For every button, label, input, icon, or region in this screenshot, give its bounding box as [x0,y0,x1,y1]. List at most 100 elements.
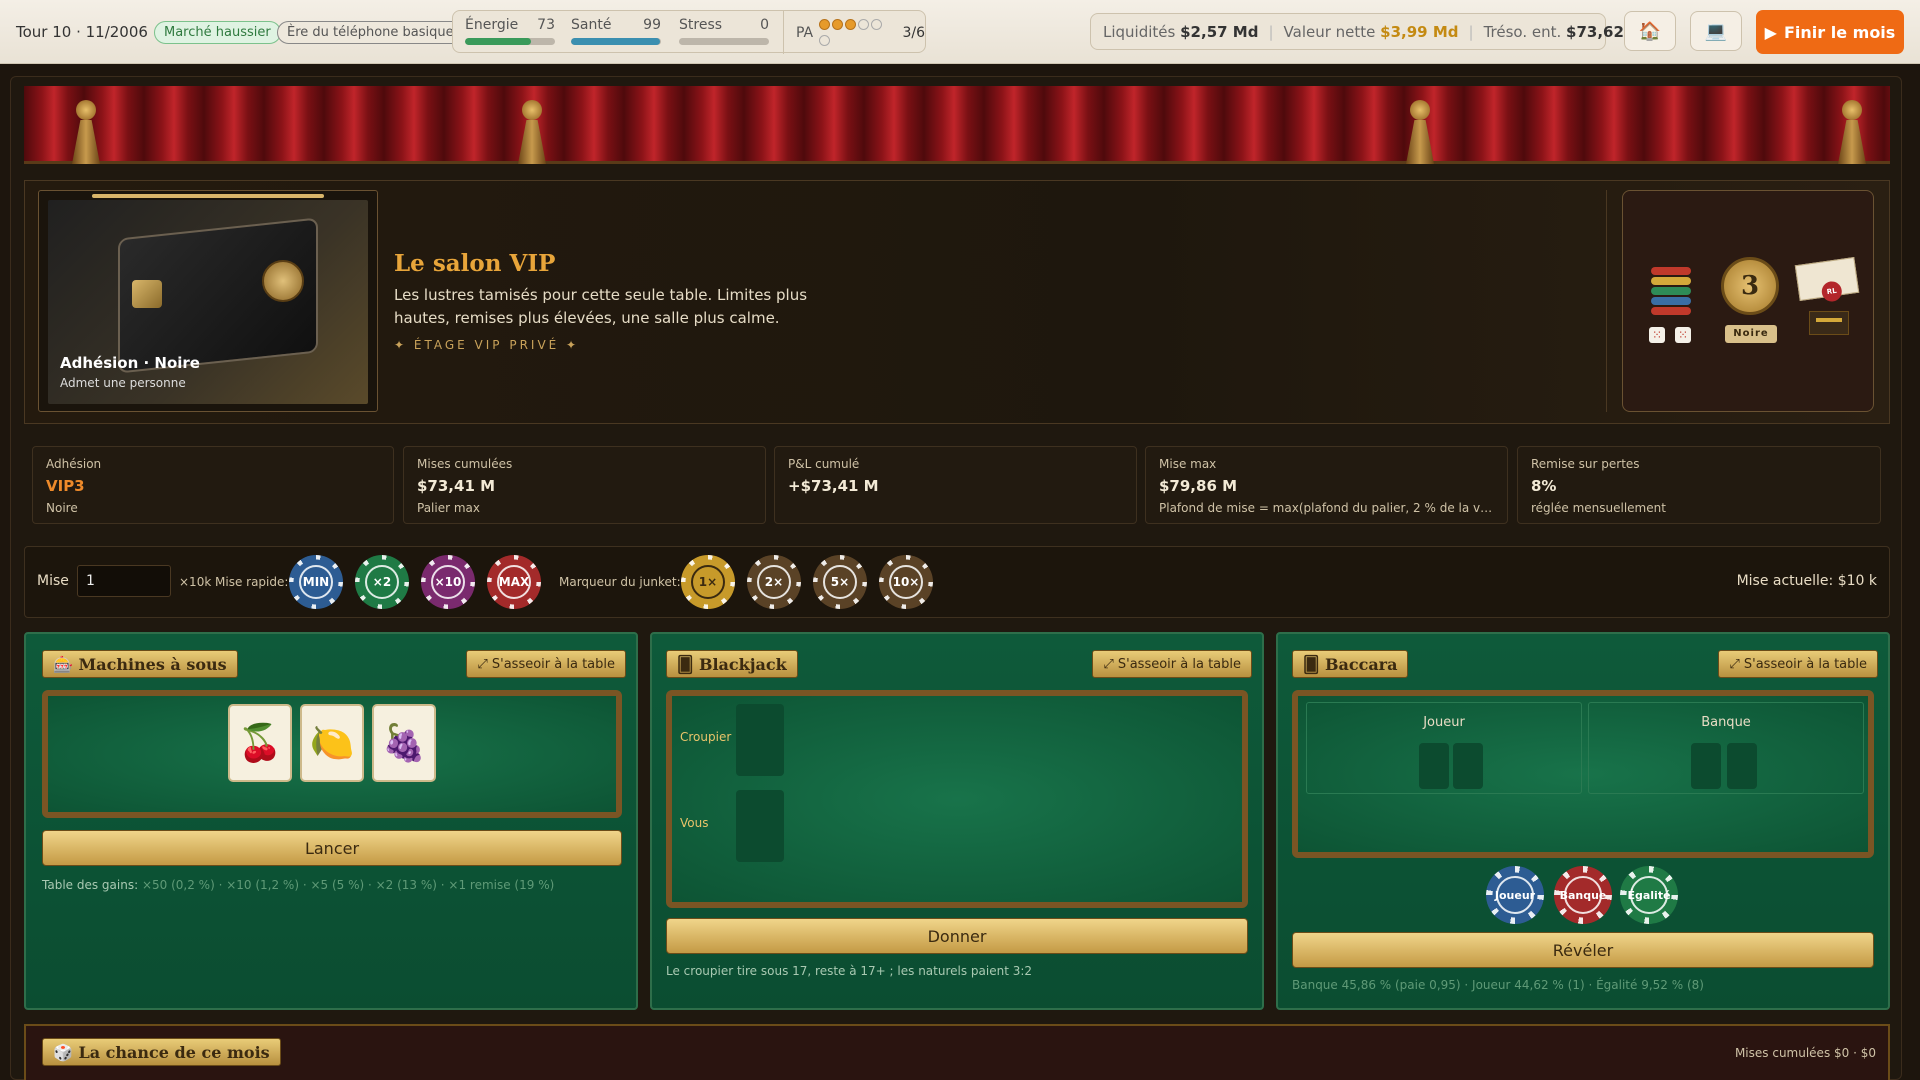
pa-dot-filled [845,19,857,30]
chip-stack-icon [1651,267,1691,317]
liquidity-label: Liquidités [1103,22,1176,41]
junket-chip-2x[interactable]: 2× [747,555,801,609]
turn-label: Tour 10 · 11/2006 [16,23,148,41]
pa-dot-empty [871,19,883,30]
paytable: Table des gains: ×50 (0,2 %) · ×10 (1,2 … [42,878,554,892]
banker-hand-area: Banque [1588,702,1864,794]
slots-sit-button[interactable]: ⤢ S'asseoir à la table [466,650,626,678]
stress-value: 0 [760,17,769,33]
end-turn-button[interactable]: ▶ Finir le mois [1756,10,1904,54]
player-hand-area: Joueur [1306,702,1582,794]
stat-label: Remise sur pertes [1531,457,1640,471]
market-badge: Marché haussier [154,20,281,44]
vip-decoration-panel: ⁙ ⁙ 3 Noire RL [1622,190,1874,412]
blackjack-title: 🂠 Blackjack [666,650,798,678]
home-button[interactable]: 🏠 [1624,11,1676,51]
banker-card-slot [1727,743,1757,789]
health-label: Santé [571,17,612,33]
cherry-icon: 🍒 [228,704,292,782]
stat-membership: Adhésion VIP3 Noire [32,446,394,524]
bet-banker-chip[interactable]: Banque [1554,866,1612,924]
blackjack-sit-button[interactable]: ⤢ S'asseoir à la table [1092,650,1252,678]
top-bar: Tour 10 · 11/2006 Marché haussier Ère du… [0,0,1920,64]
hero-description: Les lustres tamisés pour cette seule tab… [394,286,808,327]
quick-chip-x10[interactable]: ×10 [421,555,475,609]
medal-label: Noire [1725,325,1777,343]
bet-label: Mise [37,573,69,589]
pa-dot-empty [858,19,870,30]
stress-stat: Stress 0 [679,17,769,45]
bet-multiplier: ×10k [179,575,212,589]
grapes-icon: 🍇 [372,704,436,782]
stat-value: $79,86 M [1159,477,1238,495]
junket-chip-10x[interactable]: 10× [879,555,933,609]
stat-label: Adhésion [46,457,102,471]
seal-icon: RL [1820,280,1844,303]
player-card-slot [1419,743,1449,789]
membership-card-image: Adhésion · Noire Admet une personne [48,200,368,404]
junket-chip-5x[interactable]: 5× [813,555,867,609]
card-accent-bar [92,194,324,198]
spin-button[interactable]: Lancer [42,830,622,866]
stat-sub: Noire [46,501,78,515]
baccarat-sit-button[interactable]: ⤢ S'asseoir à la table [1718,650,1878,678]
stat-sub: réglée mensuellement [1531,501,1666,515]
finance-panel: Liquidités $2,57 Md | Valeur nette $3,99… [1090,13,1644,50]
page-title: Le salon VIP [394,250,556,277]
card-case-icon [1809,311,1849,335]
reveal-button[interactable]: Révéler [1292,932,1874,968]
chance-cumulative: Mises cumulées $0 · $0 [1734,1046,1876,1060]
baccarat-table: 🂠 Baccara ⤢ S'asseoir à la table Joueur … [1276,632,1890,1010]
stat-cumulative-pnl: P&L cumulé +$73,41 M [774,446,1137,524]
paytable-values: ×50 (0,2 %) · ×10 (1,2 %) · ×5 (5 %) · ×… [141,878,555,892]
pa-dot-filled [819,19,831,30]
pa-dot-empty [819,35,831,46]
stat-label: P&L cumulé [788,457,860,471]
player-stats-panel: Énergie 73 Santé 99 Stress 0 PA 3/6 [452,10,926,54]
energy-bar [465,38,555,45]
end-turn-label: Finir le mois [1783,22,1896,42]
bet-bar: Mise ×10k Mise rapide: MIN ×2 ×10 MAX Ma… [24,546,1890,618]
slots-table: 🎰 Machines à sous ⤢ S'asseoir à la table… [24,632,638,1010]
stat-cumulative-bets: Mises cumulées $73,41 M Palier max [403,446,766,524]
dice-icon: ⁙ [1649,327,1665,343]
stat-value: +$73,41 M [788,477,879,495]
stat-label: Mise max [1159,457,1217,471]
pa-label: PA [796,24,814,41]
card-subtitle: Admet une personne [60,376,186,390]
energy-value: 73 [537,17,555,33]
junket-label: Marqueur du junket: [559,575,681,589]
vip-medal-icon: 3 [1721,257,1779,315]
current-bet: Mise actuelle: $10 k [1736,573,1877,589]
energy-stat: Énergie 73 [465,17,555,45]
tassel-icon [66,86,106,164]
quick-chip-x2[interactable]: ×2 [355,555,409,609]
stress-label: Stress [679,17,723,33]
stat-max-bet: Mise max $79,86 M Plafond de mise = max(… [1145,446,1508,524]
bet-amount-input[interactable] [77,565,171,597]
bet-tie-chip[interactable]: Égalité [1620,866,1678,924]
junket-chip-1x[interactable]: 1× [681,555,735,609]
energy-label: Énergie [465,17,519,33]
deal-button[interactable]: Donner [666,918,1248,954]
networth-label: Valeur nette [1283,22,1376,41]
quick-bet-label: Mise rapide: [215,575,289,589]
paytable-label: Table des gains: [42,878,139,892]
stat-value: $73,41 M [417,477,496,495]
wax-seal-icon [262,260,304,302]
era-badge: Ère du téléphone basique [277,20,464,44]
computer-button[interactable]: 💻 [1690,11,1742,51]
blackjack-rule: Le croupier tire sous 17, reste à 17+ ; … [666,964,1033,978]
tassel-icon [1832,86,1872,164]
baccarat-odds: Banque 45,86 % (paie 0,95) · Joueur 44,6… [1292,978,1704,992]
quick-chip-min[interactable]: MIN [289,555,343,609]
quick-chip-max[interactable]: MAX [487,555,541,609]
stat-value: VIP3 [46,477,85,495]
tassel-icon [512,86,552,164]
bet-player-chip[interactable]: Joueur [1486,866,1544,924]
action-points: PA 3/6 [783,11,925,54]
player-hand-label: Joueur [1423,715,1465,730]
pa-value: 3/6 [902,24,925,41]
liquidity-value: $2,57 Md [1180,22,1259,41]
floor-tag: ✦ ÉTAGE VIP PRIVÉ ✦ [394,338,580,352]
